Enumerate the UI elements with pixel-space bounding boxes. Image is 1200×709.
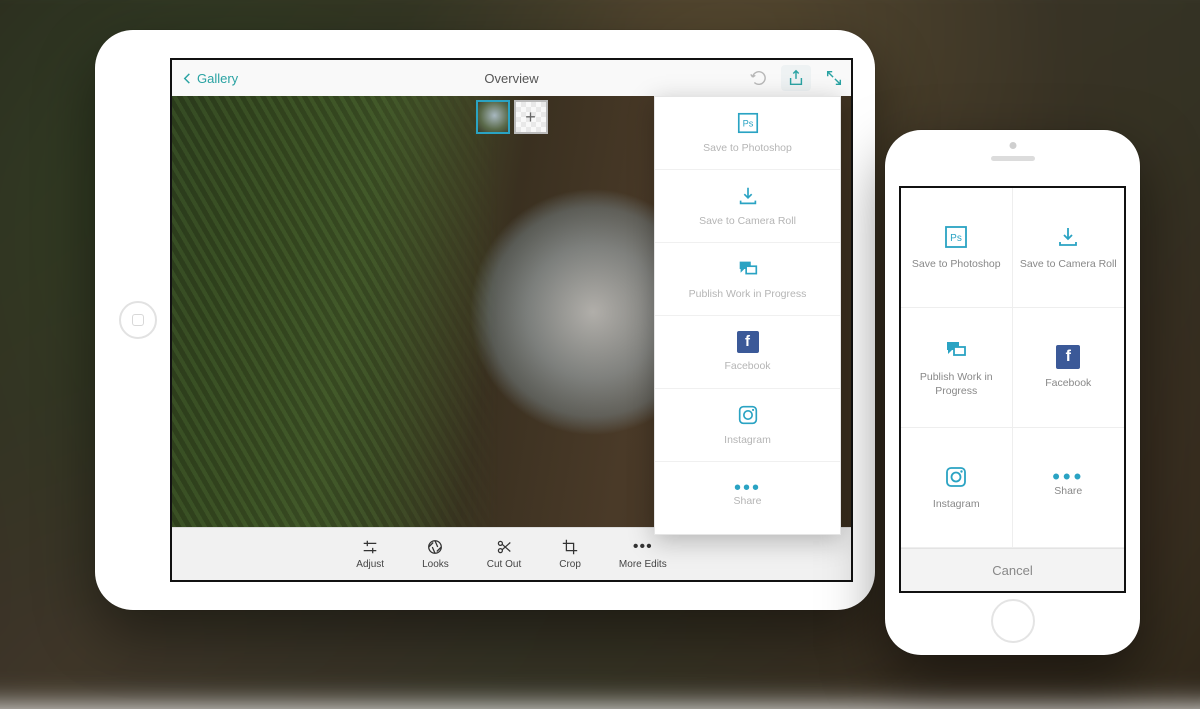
tool-cutout[interactable]: Cut Out — [487, 538, 521, 570]
chevron-left-icon — [182, 73, 193, 84]
add-layer-button[interactable]: + — [514, 100, 548, 134]
share-publish[interactable]: Publish Work in Progress — [655, 243, 840, 316]
tool-more-edits[interactable]: ••• More Edits — [619, 538, 667, 570]
nav-right-actions — [749, 60, 843, 96]
instagram-icon — [943, 464, 969, 490]
share-label: Share — [1054, 485, 1082, 498]
share-icon — [787, 69, 805, 87]
download-icon — [1055, 224, 1081, 250]
share-menu: Ps Save to Photoshop Save to Camera Roll… — [654, 96, 841, 535]
tool-label: More Edits — [619, 559, 667, 570]
crop-icon — [561, 538, 579, 556]
cancel-label: Cancel — [992, 563, 1032, 578]
download-icon — [736, 184, 760, 208]
iphone-screen: Ps Save to Photoshop Save to Camera Roll… — [899, 186, 1126, 593]
iphone-speaker — [991, 156, 1035, 161]
share-label: Facebook — [1045, 377, 1091, 390]
share-more[interactable]: ••• Share — [655, 462, 840, 534]
tool-label: Cut Out — [487, 559, 521, 570]
iphone-camera — [1009, 142, 1016, 149]
facebook-icon: f — [1056, 345, 1080, 369]
facebook-icon: f — [737, 331, 759, 353]
scissors-icon — [495, 538, 513, 556]
fullscreen-button[interactable] — [825, 69, 843, 87]
more-icon: ••• — [634, 538, 652, 556]
layer-thumb-1[interactable] — [476, 100, 510, 134]
undo-button[interactable] — [749, 69, 767, 87]
aperture-icon — [426, 538, 444, 556]
share-label: Publish Work in Progress — [907, 371, 1006, 397]
photoshop-icon: Ps — [943, 224, 969, 250]
svg-text:Ps: Ps — [950, 233, 962, 244]
back-label: Gallery — [197, 71, 238, 86]
share-label: Instagram — [933, 498, 980, 511]
photoshop-icon: Ps — [736, 111, 760, 135]
layer-thumbnails: + — [476, 100, 548, 134]
tool-adjust[interactable]: Adjust — [356, 538, 384, 570]
share-instagram[interactable]: Instagram — [655, 389, 840, 462]
sliders-icon — [361, 538, 379, 556]
back-button[interactable]: Gallery — [172, 71, 238, 86]
iphone-home-button[interactable] — [991, 599, 1035, 643]
plus-icon: + — [525, 107, 536, 128]
share-camera-roll[interactable]: Save to Camera Roll — [655, 170, 840, 243]
cancel-button[interactable]: Cancel — [901, 548, 1124, 591]
share-photoshop[interactable]: Ps Save to Photoshop — [901, 188, 1013, 308]
share-camera-roll[interactable]: Save to Camera Roll — [1013, 188, 1125, 308]
share-more[interactable]: ••• Share — [1013, 428, 1125, 548]
share-label: Share — [733, 495, 761, 508]
ipad-device-frame: Gallery Overview 2014 + — [95, 30, 875, 610]
share-facebook[interactable]: f Facebook — [1013, 308, 1125, 428]
share-label: Save to Camera Roll — [1020, 258, 1117, 271]
tool-label: Adjust — [356, 559, 384, 570]
tool-label: Crop — [559, 559, 581, 570]
share-instagram[interactable]: Instagram — [901, 428, 1013, 548]
chat-icon — [736, 257, 760, 281]
share-label: Save to Photoshop — [703, 142, 792, 155]
share-publish[interactable]: Publish Work in Progress — [901, 308, 1013, 428]
expand-icon — [825, 69, 843, 87]
share-label: Instagram — [724, 434, 771, 447]
share-photoshop[interactable]: Ps Save to Photoshop — [655, 97, 840, 170]
share-facebook[interactable]: f Facebook — [655, 316, 840, 389]
share-label: Save to Photoshop — [912, 258, 1001, 271]
svg-text:Ps: Ps — [742, 119, 753, 129]
share-label: Facebook — [724, 360, 770, 373]
iphone-device-frame: Ps Save to Photoshop Save to Camera Roll… — [885, 130, 1140, 655]
share-label: Publish Work in Progress — [689, 288, 807, 301]
tool-crop[interactable]: Crop — [559, 538, 581, 570]
share-label: Save to Camera Roll — [699, 215, 796, 228]
instagram-icon — [736, 403, 760, 427]
tool-label: Looks — [422, 559, 449, 570]
ipad-home-button[interactable] — [119, 301, 157, 339]
chat-icon — [943, 337, 969, 363]
undo-icon — [749, 69, 767, 87]
tool-looks[interactable]: Looks — [422, 538, 449, 570]
ipad-screen: Gallery Overview 2014 + — [170, 58, 853, 582]
nav-bar: Gallery Overview — [172, 60, 851, 97]
share-button[interactable] — [781, 65, 811, 91]
share-grid: Ps Save to Photoshop Save to Camera Roll… — [901, 188, 1124, 548]
